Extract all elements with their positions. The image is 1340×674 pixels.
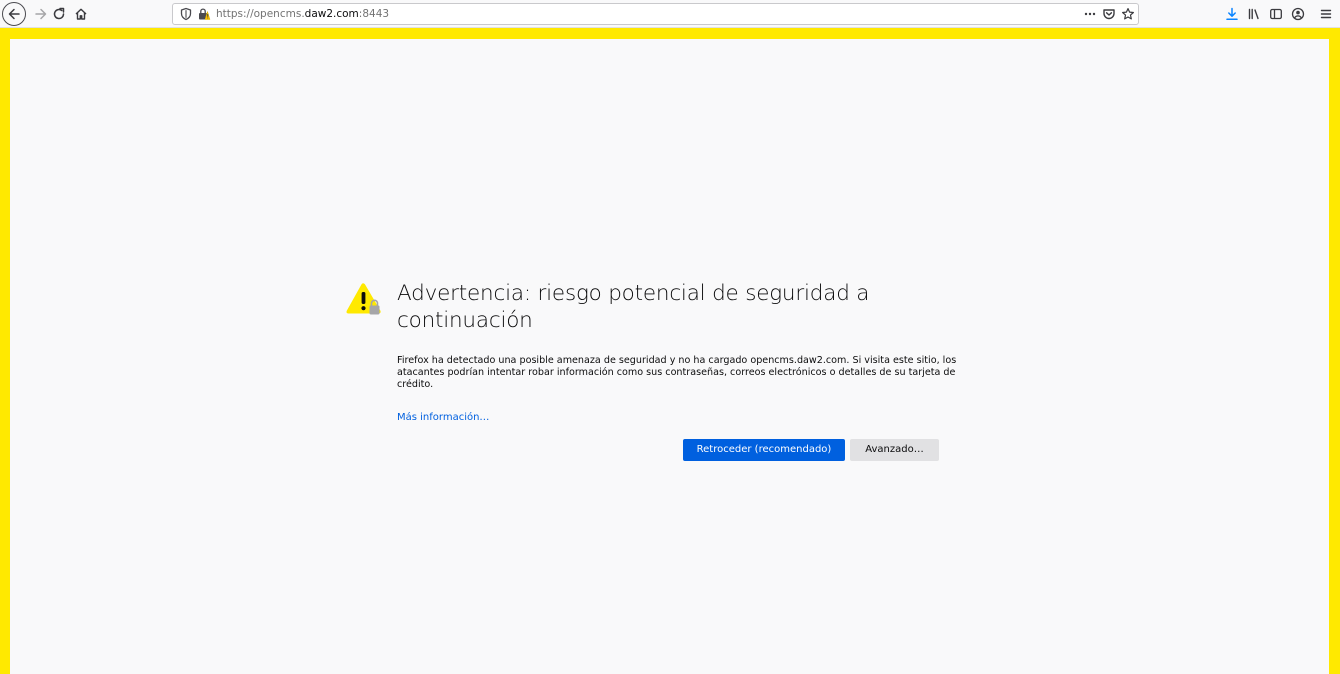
home-button[interactable]: [69, 2, 93, 26]
downloads-icon: [1226, 7, 1238, 20]
back-icon: [8, 8, 20, 20]
menu-button[interactable]: [1314, 2, 1338, 26]
menu-icon: [1320, 9, 1332, 19]
url-bar[interactable]: https://opencms.daw2.com:8443: [172, 3, 1139, 25]
url-scheme: https://opencms.: [216, 8, 305, 20]
url-port: :8443: [358, 8, 390, 20]
url-host: daw2.com: [304, 8, 359, 20]
sidebar-icon: [1270, 8, 1282, 20]
sidebar-button[interactable]: [1264, 2, 1288, 26]
library-icon: [1248, 8, 1259, 20]
url-text[interactable]: https://opencms.daw2.com:8443: [216, 7, 389, 21]
library-button[interactable]: [1242, 2, 1266, 26]
account-button[interactable]: [1286, 2, 1310, 26]
insecure-lock-icon[interactable]: [197, 7, 211, 21]
back-button[interactable]: [2, 2, 26, 26]
tracking-shield-icon[interactable]: [179, 7, 193, 21]
advanced-button[interactable]: Avanzado…: [850, 439, 939, 461]
bookmark-star-icon[interactable]: [1121, 7, 1135, 21]
home-icon: [75, 8, 87, 20]
downloads-button[interactable]: [1220, 2, 1244, 26]
navigation-toolbar: https://opencms.daw2.com:8443: [0, 0, 1340, 28]
error-description: Firefox ha detectado una posible amenaza…: [397, 355, 957, 390]
reload-icon: [53, 7, 65, 20]
error-page: Advertencia: riesgo potencial de segurid…: [10, 39, 1329, 674]
account-icon: [1291, 7, 1305, 21]
go-back-button[interactable]: Retroceder (recomendado): [683, 439, 845, 461]
remote-control-frame: Advertencia: riesgo potencial de segurid…: [0, 28, 1340, 674]
reload-button[interactable]: [47, 2, 71, 26]
pocket-icon[interactable]: [1102, 7, 1116, 21]
warning-icon: [346, 283, 381, 315]
forward-icon: [35, 8, 47, 20]
page-actions-icon[interactable]: [1083, 7, 1097, 21]
learn-more-link[interactable]: Más información…: [397, 411, 489, 424]
error-title: Advertencia: riesgo potencial de segurid…: [397, 281, 870, 333]
